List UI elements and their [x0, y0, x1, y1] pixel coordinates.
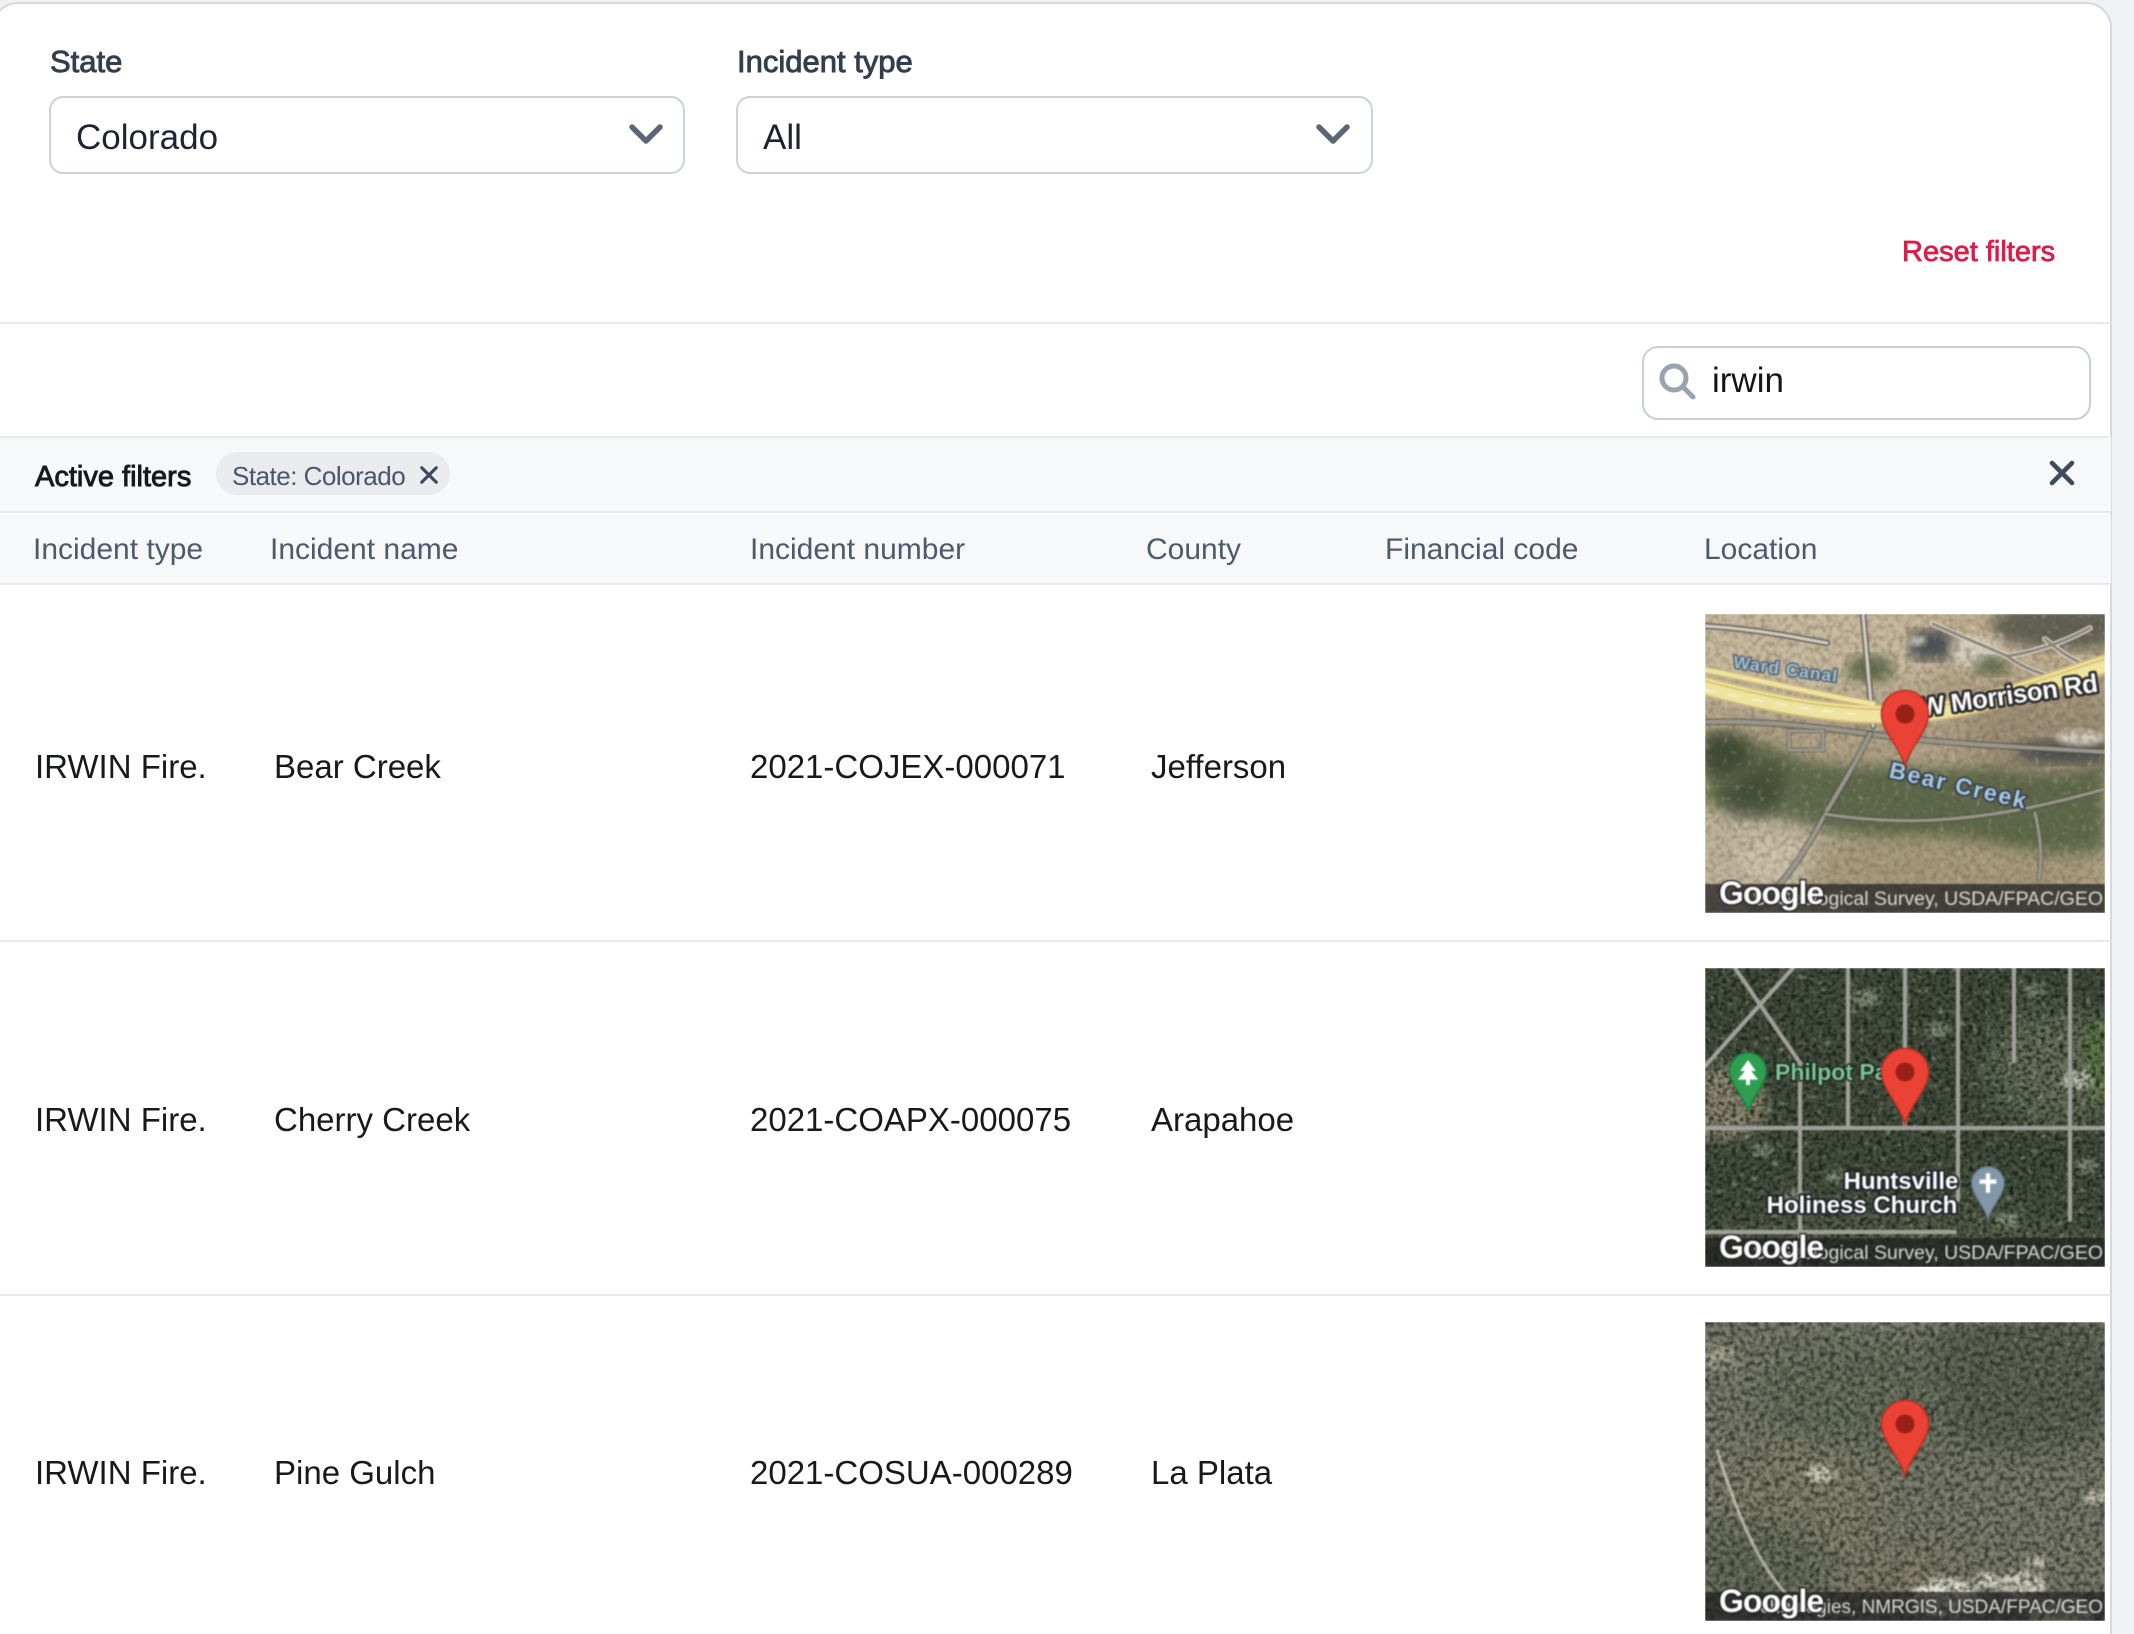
svg-text:Google: Google	[1719, 1229, 1823, 1265]
svg-text:Google: Google	[1719, 1583, 1823, 1619]
svg-text:Huntsville: Huntsville	[1844, 1168, 1959, 1195]
svg-text:Holiness Church: Holiness Church	[1767, 1192, 1958, 1219]
svg-text:Philpot Pa: Philpot Pa	[1775, 1059, 1888, 1085]
svg-text:Google: Google	[1719, 875, 1823, 911]
